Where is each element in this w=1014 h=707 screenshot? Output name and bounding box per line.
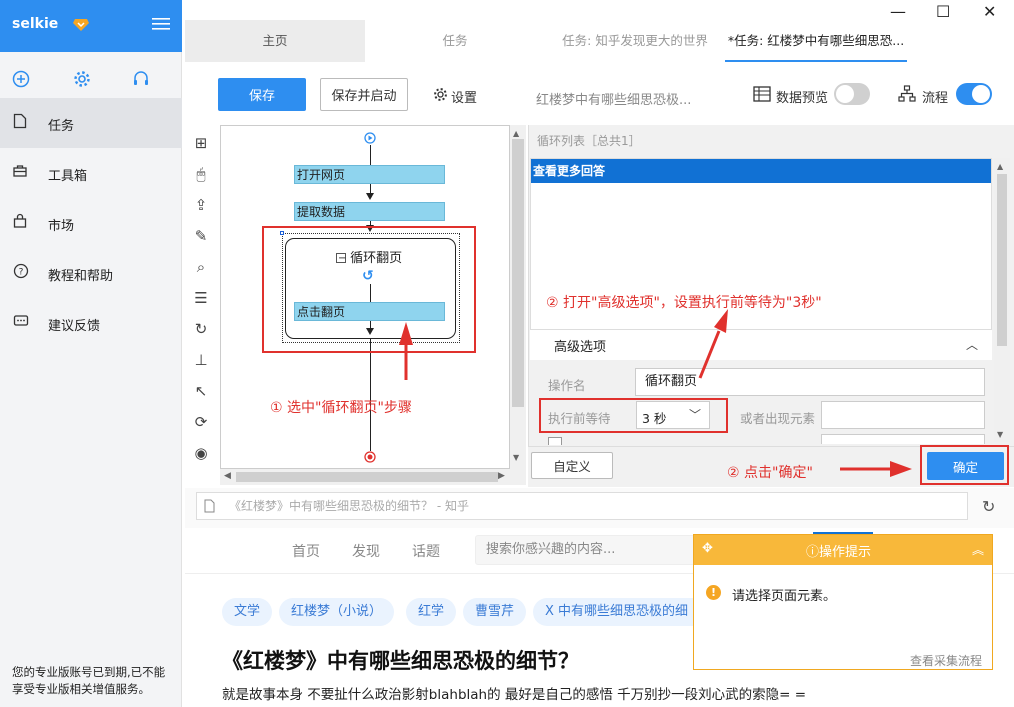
annotation-step2-confirm: ② 点击"确定" [727,465,813,481]
annotation-step2-advanced: ② 打开"高级选项"，设置执行前等待为"3秒" [546,295,822,311]
annotation-step1: ① 选中"循环翻页"步骤 [270,400,412,416]
annotation-arrows [399,309,912,477]
